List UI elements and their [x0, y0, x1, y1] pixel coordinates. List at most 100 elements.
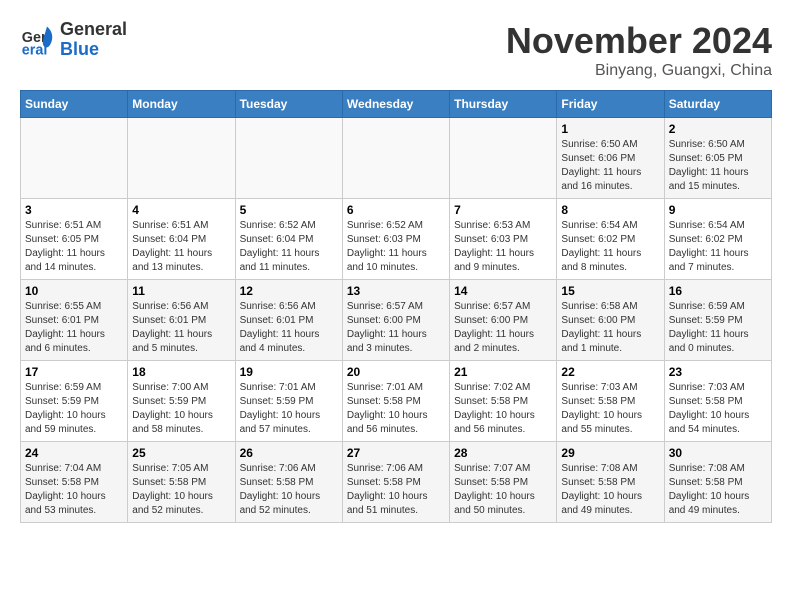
weekday-header: Tuesday	[235, 91, 342, 118]
calendar-day-cell: 22 Sunrise: 7:03 AM Sunset: 5:58 PM Dayli…	[557, 361, 664, 442]
calendar-day-cell: 3 Sunrise: 6:51 AM Sunset: 6:05 PM Daylig…	[21, 199, 128, 280]
calendar-day-cell: 29Sunrise: 7:08 AM Sunset: 5:58 PM Dayli…	[557, 442, 664, 523]
calendar-day-cell: 10 Sunrise: 6:55 AM Sunset: 6:01 PM Dayli…	[21, 280, 128, 361]
calendar-day-cell: 7 Sunrise: 6:53 AM Sunset: 6:03 PM Daylig…	[450, 199, 557, 280]
day-info: Sunrise: 7:02 AM Sunset: 5:58 PM Dayligh…	[454, 381, 552, 437]
calendar-day-cell: 5Sunrise: 6:52 AM Sunset: 6:04 PM Daylig…	[235, 199, 342, 280]
weekday-header: Wednesday	[342, 91, 449, 118]
day-number: 23	[669, 365, 767, 379]
calendar-day-cell: 20 Sunrise: 7:01 AM Sunset: 5:58 PM Dayli…	[342, 361, 449, 442]
calendar-day-cell: 8 Sunrise: 6:54 AM Sunset: 6:02 PM Daylig…	[557, 199, 664, 280]
weekday-header: Friday	[557, 91, 664, 118]
calendar-day-cell: 1 Sunrise: 6:50 AM Sunset: 6:06 PM Daylig…	[557, 118, 664, 199]
calendar-day-cell: 16Sunrise: 6:59 AM Sunset: 5:59 PM Dayli…	[664, 280, 771, 361]
location-text: Binyang, Guangxi, China	[506, 62, 772, 80]
day-number: 14	[454, 284, 552, 298]
calendar-day-cell: 19 Sunrise: 7:01 AM Sunset: 5:59 PM Dayli…	[235, 361, 342, 442]
calendar-day-cell: 11Sunrise: 6:56 AM Sunset: 6:01 PM Dayli…	[128, 280, 235, 361]
page-header: Gen eral General Blue November 2024 Biny…	[20, 20, 772, 80]
calendar-header-row: SundayMondayTuesdayWednesdayThursdayFrid…	[21, 91, 772, 118]
calendar-day-cell: 27 Sunrise: 7:06 AM Sunset: 5:58 PM Dayli…	[342, 442, 449, 523]
calendar-week-row: 24 Sunrise: 7:04 AM Sunset: 5:58 PM Dayli…	[21, 442, 772, 523]
calendar-week-row: 1 Sunrise: 6:50 AM Sunset: 6:06 PM Daylig…	[21, 118, 772, 199]
calendar-day-cell: 30 Sunrise: 7:08 AM Sunset: 5:58 PM Dayli…	[664, 442, 771, 523]
day-info: Sunrise: 6:56 AM Sunset: 6:01 PM Dayligh…	[240, 300, 338, 356]
calendar-day-cell	[128, 118, 235, 199]
calendar-day-cell	[450, 118, 557, 199]
logo-blue-text: Blue	[60, 40, 127, 60]
day-number: 15	[561, 284, 659, 298]
day-number: 1	[561, 122, 659, 136]
day-info: Sunrise: 7:06 AM Sunset: 5:58 PM Dayligh…	[240, 462, 338, 518]
calendar-day-cell: 24 Sunrise: 7:04 AM Sunset: 5:58 PM Dayli…	[21, 442, 128, 523]
logo: Gen eral General Blue	[20, 20, 127, 60]
calendar-day-cell: 26Sunrise: 7:06 AM Sunset: 5:58 PM Dayli…	[235, 442, 342, 523]
day-info: Sunrise: 6:55 AM Sunset: 6:01 PM Dayligh…	[25, 300, 123, 356]
day-number: 22	[561, 365, 659, 379]
calendar-day-cell: 17 Sunrise: 6:59 AM Sunset: 5:59 PM Dayli…	[21, 361, 128, 442]
calendar-day-cell: 15 Sunrise: 6:58 AM Sunset: 6:00 PM Dayli…	[557, 280, 664, 361]
day-info: Sunrise: 6:54 AM Sunset: 6:02 PM Dayligh…	[669, 219, 767, 275]
calendar-week-row: 17 Sunrise: 6:59 AM Sunset: 5:59 PM Dayli…	[21, 361, 772, 442]
weekday-header: Thursday	[450, 91, 557, 118]
day-info: Sunrise: 6:59 AM Sunset: 5:59 PM Dayligh…	[25, 381, 123, 437]
calendar-table: SundayMondayTuesdayWednesdayThursdayFrid…	[20, 90, 772, 523]
calendar-day-cell: 28 Sunrise: 7:07 AM Sunset: 5:58 PM Dayli…	[450, 442, 557, 523]
title-block: November 2024 Binyang, Guangxi, China	[506, 20, 772, 80]
day-number: 20	[347, 365, 445, 379]
day-number: 25	[132, 446, 230, 460]
calendar-day-cell: 18Sunrise: 7:00 AM Sunset: 5:59 PM Dayli…	[128, 361, 235, 442]
day-number: 10	[25, 284, 123, 298]
day-number: 4	[132, 203, 230, 217]
day-number: 28	[454, 446, 552, 460]
month-title: November 2024	[506, 20, 772, 62]
day-info: Sunrise: 6:54 AM Sunset: 6:02 PM Dayligh…	[561, 219, 659, 275]
day-info: Sunrise: 7:00 AM Sunset: 5:59 PM Dayligh…	[132, 381, 230, 437]
day-info: Sunrise: 6:57 AM Sunset: 6:00 PM Dayligh…	[347, 300, 445, 356]
day-info: Sunrise: 6:58 AM Sunset: 6:00 PM Dayligh…	[561, 300, 659, 356]
day-info: Sunrise: 6:51 AM Sunset: 6:05 PM Dayligh…	[25, 219, 123, 275]
logo-icon: Gen eral	[20, 22, 56, 58]
day-number: 27	[347, 446, 445, 460]
day-number: 3	[25, 203, 123, 217]
day-number: 17	[25, 365, 123, 379]
calendar-day-cell: 25Sunrise: 7:05 AM Sunset: 5:58 PM Dayli…	[128, 442, 235, 523]
day-info: Sunrise: 7:01 AM Sunset: 5:59 PM Dayligh…	[240, 381, 338, 437]
day-number: 8	[561, 203, 659, 217]
day-info: Sunrise: 6:57 AM Sunset: 6:00 PM Dayligh…	[454, 300, 552, 356]
calendar-day-cell: 4Sunrise: 6:51 AM Sunset: 6:04 PM Daylig…	[128, 199, 235, 280]
day-number: 13	[347, 284, 445, 298]
calendar-week-row: 10 Sunrise: 6:55 AM Sunset: 6:01 PM Dayli…	[21, 280, 772, 361]
calendar-day-cell	[235, 118, 342, 199]
calendar-week-row: 3 Sunrise: 6:51 AM Sunset: 6:05 PM Daylig…	[21, 199, 772, 280]
calendar-day-cell	[342, 118, 449, 199]
day-number: 9	[669, 203, 767, 217]
day-info: Sunrise: 7:07 AM Sunset: 5:58 PM Dayligh…	[454, 462, 552, 518]
day-number: 24	[25, 446, 123, 460]
day-number: 12	[240, 284, 338, 298]
day-info: Sunrise: 6:50 AM Sunset: 6:05 PM Dayligh…	[669, 138, 767, 194]
day-number: 7	[454, 203, 552, 217]
logo-text: General Blue	[60, 20, 127, 60]
day-info: Sunrise: 7:08 AM Sunset: 5:58 PM Dayligh…	[669, 462, 767, 518]
day-info: Sunrise: 7:03 AM Sunset: 5:58 PM Dayligh…	[561, 381, 659, 437]
day-info: Sunrise: 7:04 AM Sunset: 5:58 PM Dayligh…	[25, 462, 123, 518]
day-number: 19	[240, 365, 338, 379]
day-info: Sunrise: 6:52 AM Sunset: 6:03 PM Dayligh…	[347, 219, 445, 275]
day-number: 5	[240, 203, 338, 217]
calendar-day-cell: 13 Sunrise: 6:57 AM Sunset: 6:00 PM Dayli…	[342, 280, 449, 361]
day-info: Sunrise: 7:06 AM Sunset: 5:58 PM Dayligh…	[347, 462, 445, 518]
day-number: 30	[669, 446, 767, 460]
day-number: 6	[347, 203, 445, 217]
day-info: Sunrise: 6:53 AM Sunset: 6:03 PM Dayligh…	[454, 219, 552, 275]
weekday-header: Saturday	[664, 91, 771, 118]
calendar-day-cell: 14 Sunrise: 6:57 AM Sunset: 6:00 PM Dayli…	[450, 280, 557, 361]
calendar-day-cell	[21, 118, 128, 199]
day-number: 11	[132, 284, 230, 298]
calendar-day-cell: 21Sunrise: 7:02 AM Sunset: 5:58 PM Dayli…	[450, 361, 557, 442]
day-number: 2	[669, 122, 767, 136]
calendar-day-cell: 9 Sunrise: 6:54 AM Sunset: 6:02 PM Daylig…	[664, 199, 771, 280]
day-info: Sunrise: 6:50 AM Sunset: 6:06 PM Dayligh…	[561, 138, 659, 194]
day-info: Sunrise: 7:01 AM Sunset: 5:58 PM Dayligh…	[347, 381, 445, 437]
weekday-header: Monday	[128, 91, 235, 118]
